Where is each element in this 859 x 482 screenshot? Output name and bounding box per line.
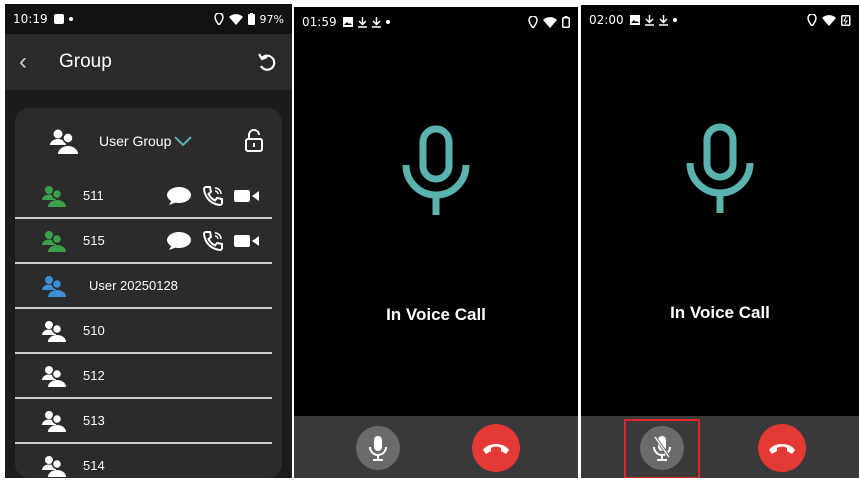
download-icon: [658, 14, 668, 26]
member-name: 511: [83, 188, 104, 203]
member-list: 511 515 User 20250128 510 512 513 514: [15, 174, 282, 478]
wifi-icon: [822, 14, 836, 26]
group-name[interactable]: User Group: [99, 133, 171, 149]
location-icon: [528, 16, 538, 28]
status-bar: 10:19 97%: [5, 4, 292, 34]
member-name: 514: [83, 458, 105, 473]
location-icon: [213, 13, 224, 25]
image-icon: [342, 17, 353, 27]
download-icon: [644, 14, 654, 26]
member-row[interactable]: 511: [15, 174, 272, 219]
call-status-label: In Voice Call: [386, 305, 486, 324]
group-header: User Group: [15, 108, 282, 174]
member-row[interactable]: 512: [15, 354, 272, 399]
wifi-icon: [543, 16, 557, 28]
phone-call-icon[interactable]: [202, 230, 224, 252]
video-icon[interactable]: [234, 188, 260, 204]
call-controls: [294, 416, 578, 478]
refresh-icon[interactable]: [256, 51, 278, 73]
battery-icon: [562, 16, 570, 28]
notification-dot-icon: [385, 20, 390, 24]
person-icon: [42, 455, 66, 477]
unlock-icon[interactable]: [244, 129, 264, 153]
person-icon: [42, 320, 66, 342]
microphone-icon: [686, 123, 754, 213]
hang-up-icon: [483, 444, 509, 454]
hang-up-button[interactable]: [472, 424, 520, 472]
video-icon[interactable]: [234, 233, 260, 249]
notification-dot-icon: [68, 17, 73, 21]
member-row[interactable]: 515: [15, 219, 272, 264]
download-icon: [371, 16, 381, 28]
download-icon: [357, 16, 367, 28]
member-name: 513: [83, 413, 105, 428]
voice-call-screen: 01:59 In Voice Call: [294, 7, 578, 478]
member-row[interactable]: 514: [15, 444, 272, 478]
member-name: 510: [83, 323, 105, 338]
notification-dot-icon: [672, 18, 677, 22]
location-icon: [807, 14, 817, 26]
status-time: 01:59: [302, 15, 337, 29]
person-icon: [42, 275, 66, 297]
hang-up-icon: [769, 444, 795, 454]
microphone-icon: [402, 125, 470, 215]
battery-level: 97%: [259, 12, 284, 26]
member-row[interactable]: 513: [15, 399, 272, 444]
status-bar: 02:00: [581, 5, 859, 35]
member-name: 512: [83, 368, 105, 383]
status-bar: 01:59: [294, 7, 578, 37]
status-time: 02:00: [589, 13, 624, 27]
battery-icon: [247, 13, 255, 25]
hang-up-button[interactable]: [758, 424, 806, 472]
call-controls: [581, 416, 859, 478]
person-icon: [42, 365, 66, 387]
voice-call-muted-screen: 02:00 In Voice Call: [581, 5, 859, 478]
chevron-left-icon[interactable]: ‹: [19, 48, 49, 76]
microphone-icon: [369, 436, 387, 461]
notification-icon: [53, 14, 64, 24]
member-row[interactable]: 510: [15, 309, 272, 354]
member-name: User 20250128: [89, 278, 178, 293]
person-icon: [42, 185, 66, 207]
chat-bubble-icon[interactable]: [166, 186, 192, 206]
battery-charging-icon: [841, 15, 851, 26]
chat-bubble-icon[interactable]: [166, 231, 192, 251]
group-screen: 10:19 97% ‹ Group User Group 511 515 Use…: [5, 4, 292, 478]
image-icon: [629, 15, 640, 25]
status-time: 10:19: [13, 12, 48, 26]
group-card: User Group 511 515 User 20250128 510 512 513 5…: [15, 108, 282, 478]
page-title: Group: [59, 51, 112, 72]
chevron-down-icon[interactable]: [173, 135, 193, 147]
app-bar: ‹ Group: [5, 34, 292, 90]
mic-button[interactable]: [356, 426, 400, 470]
people-icon: [50, 129, 78, 154]
highlight-box: [624, 419, 700, 478]
call-status-label: In Voice Call: [670, 303, 770, 322]
member-name: 515: [83, 233, 105, 248]
wifi-icon: [228, 13, 243, 25]
member-row[interactable]: User 20250128: [15, 264, 272, 309]
phone-call-icon[interactable]: [202, 185, 224, 207]
person-icon: [42, 230, 66, 252]
person-icon: [42, 410, 66, 432]
